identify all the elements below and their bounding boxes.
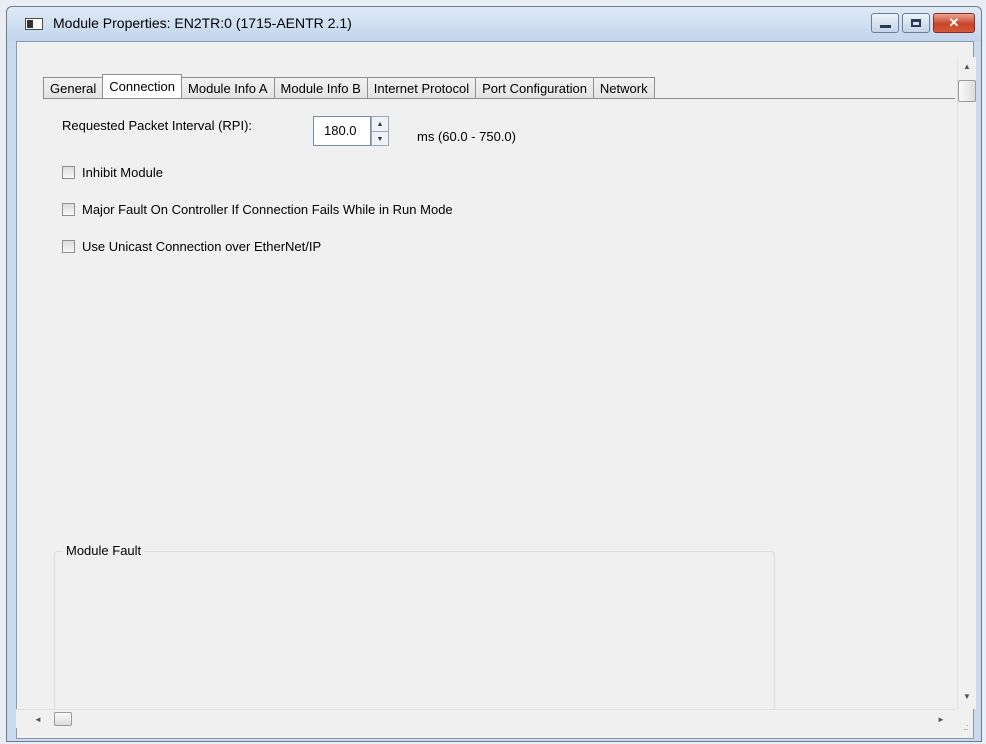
major-fault-label[interactable]: Major Fault On Controller If Connection …: [82, 202, 453, 217]
spin-down-icon[interactable]: ▼: [372, 132, 388, 146]
scroll-up-icon[interactable]: ▲: [963, 62, 971, 71]
minimize-icon: [879, 24, 891, 28]
tab-strip: General Connection Module Info A Module …: [43, 74, 655, 98]
window-icon[interactable]: [25, 18, 43, 30]
close-icon: ✕: [948, 15, 960, 30]
tab-network[interactable]: Network: [592, 77, 655, 98]
module-fault-groupbox: [54, 551, 775, 711]
maximize-button[interactable]: [902, 13, 930, 33]
vertical-scrollbar[interactable]: [957, 57, 976, 709]
minimize-button[interactable]: [871, 13, 899, 33]
rpi-input[interactable]: 180.0: [313, 116, 371, 146]
major-fault-checkbox[interactable]: [62, 203, 75, 216]
inhibit-module-checkbox[interactable]: [62, 166, 75, 179]
inhibit-module-label[interactable]: Inhibit Module: [82, 165, 163, 180]
tab-internet-protocol[interactable]: Internet Protocol: [366, 77, 477, 98]
rpi-range-label: ms (60.0 - 750.0): [417, 129, 516, 144]
tab-connection[interactable]: Connection: [102, 74, 183, 98]
horizontal-scroll-thumb[interactable]: [54, 712, 72, 726]
unicast-connection-label[interactable]: Use Unicast Connection over EtherNet/IP: [82, 239, 321, 254]
horizontal-scrollbar[interactable]: [16, 709, 956, 728]
tab-module-info-a[interactable]: Module Info A: [181, 77, 275, 98]
resize-grip-icon[interactable]: ..:: [963, 722, 968, 732]
tab-module-info-b[interactable]: Module Info B: [273, 77, 368, 98]
unicast-connection-checkbox[interactable]: [62, 240, 75, 253]
rpi-label: Requested Packet Interval (RPI):: [62, 118, 253, 133]
rpi-spinner[interactable]: ▲ ▼: [371, 116, 389, 146]
close-button[interactable]: ✕: [933, 13, 975, 33]
scroll-left-icon[interactable]: ◄: [34, 715, 42, 724]
tab-general[interactable]: General: [43, 77, 104, 98]
spin-up-icon[interactable]: ▲: [372, 117, 388, 132]
vertical-scroll-thumb[interactable]: [958, 80, 976, 102]
scroll-down-icon[interactable]: ▼: [963, 692, 971, 701]
caption-buttons: ✕: [871, 13, 975, 33]
window-title: Module Properties: EN2TR:0 (1715-AENTR 2…: [53, 15, 352, 31]
tab-port-configuration[interactable]: Port Configuration: [475, 77, 594, 98]
maximize-icon: [911, 19, 921, 27]
module-fault-label: Module Fault: [63, 543, 145, 558]
scroll-right-icon[interactable]: ►: [937, 715, 945, 724]
title-bar[interactable]: Module Properties: EN2TR:0 (1715-AENTR 2…: [7, 7, 981, 41]
